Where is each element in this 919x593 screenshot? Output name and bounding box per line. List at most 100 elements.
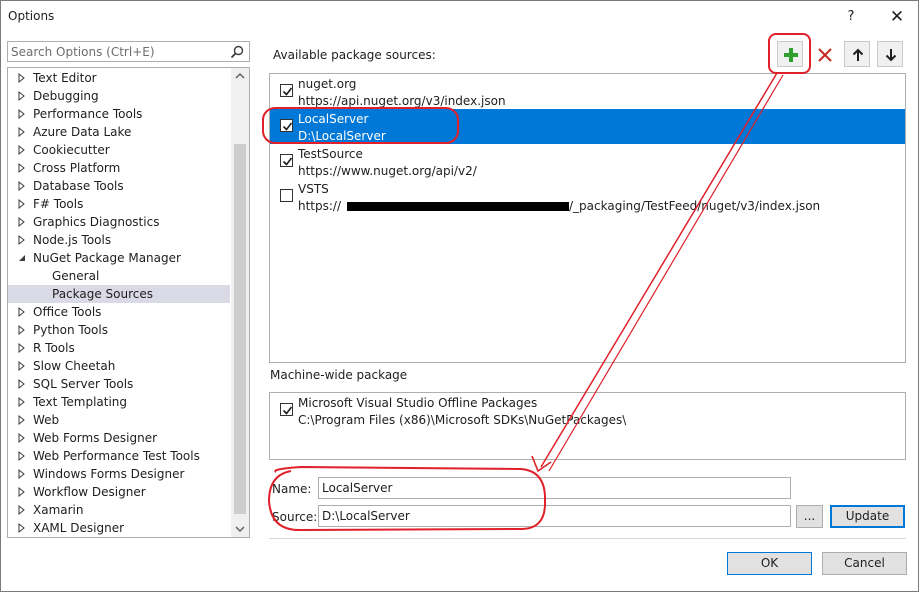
collapsed-triangle-icon[interactable] — [17, 415, 27, 425]
options-dialog: Options ? ✕ Text Editor Debugging Performa… — [0, 0, 919, 592]
tree-item-label: General — [52, 269, 100, 283]
tree-item[interactable]: Database Tools — [8, 177, 230, 195]
source-url: https://api.nuget.org/v3/index.json — [298, 94, 506, 108]
scroll-down-button[interactable] — [231, 520, 249, 537]
tree-item[interactable]: Cookiecutter — [8, 141, 230, 159]
tree-item[interactable]: Xamarin — [8, 501, 230, 519]
package-sources-list[interactable]: nuget.org https://api.nuget.org/v3/index… — [269, 73, 906, 363]
search-box[interactable] — [7, 41, 250, 62]
tree-item[interactable]: NuGet Package Manager — [8, 249, 230, 267]
tree-item[interactable]: Node.js Tools — [8, 231, 230, 249]
collapsed-triangle-icon[interactable] — [17, 505, 27, 515]
collapsed-triangle-icon[interactable] — [17, 199, 27, 209]
tree-item-label: Web Forms Designer — [33, 431, 158, 445]
collapsed-triangle-icon[interactable] — [17, 433, 27, 443]
tree-item[interactable]: Slow Cheetah — [8, 357, 230, 375]
source-enabled-checkbox[interactable] — [280, 84, 293, 97]
tree-item[interactable]: Workflow Designer — [8, 483, 230, 501]
tree-item-label: Text Templating — [33, 395, 128, 409]
source-row-vsts[interactable]: VSTS https:// /_packaging/TestFeed/nuget/… — [270, 179, 905, 214]
collapsed-triangle-icon[interactable] — [17, 181, 27, 191]
redaction-bar — [347, 202, 570, 211]
tree-item[interactable]: Web — [8, 411, 230, 429]
source-row-localserver[interactable]: LocalServer D:\LocalServer — [270, 109, 905, 144]
scroll-up-button[interactable] — [231, 68, 249, 85]
collapsed-triangle-icon[interactable] — [17, 361, 27, 371]
collapsed-triangle-icon[interactable] — [17, 397, 27, 407]
tree-item[interactable]: Azure Data Lake — [8, 123, 230, 141]
help-button[interactable]: ? — [834, 5, 868, 29]
source-name: nuget.org — [298, 77, 357, 91]
tree-item-label: F# Tools — [33, 197, 84, 211]
browse-button[interactable]: ... — [796, 505, 823, 528]
source-input[interactable] — [322, 508, 787, 524]
collapsed-triangle-icon[interactable] — [17, 487, 27, 497]
tree-item[interactable]: R Tools — [8, 339, 230, 357]
tree-item[interactable]: SQL Server Tools — [8, 375, 230, 393]
search-input[interactable] — [11, 44, 223, 60]
source-url: D:\LocalServer — [298, 129, 386, 143]
collapsed-triangle-icon[interactable] — [17, 325, 27, 335]
tree-item-label: Workflow Designer — [33, 485, 146, 499]
source-field[interactable] — [318, 505, 791, 527]
tree-item[interactable]: Package Sources — [8, 285, 230, 303]
tree-item[interactable]: Windows Forms Designer — [8, 465, 230, 483]
source-enabled-checkbox[interactable] — [280, 154, 293, 167]
collapsed-triangle-icon[interactable] — [17, 109, 27, 119]
collapsed-triangle-icon[interactable] — [17, 73, 27, 83]
remove-source-button[interactable] — [811, 41, 837, 67]
tree-item-label: XAML Designer — [33, 521, 125, 535]
tree-item-label: Web — [33, 413, 60, 427]
tree-item[interactable]: Graphics Diagnostics — [8, 213, 230, 231]
collapsed-triangle-icon[interactable] — [17, 145, 27, 155]
close-button[interactable]: ✕ — [880, 5, 914, 29]
collapsed-triangle-icon[interactable] — [17, 127, 27, 137]
tree-item[interactable]: Web Forms Designer — [8, 429, 230, 447]
collapsed-triangle-icon[interactable] — [17, 163, 27, 173]
collapsed-triangle-icon[interactable] — [17, 469, 27, 479]
add-source-button[interactable] — [777, 41, 803, 67]
tree-item[interactable]: Text Templating — [8, 393, 230, 411]
ok-button[interactable]: OK — [727, 552, 812, 575]
source-label: Source: — [272, 510, 318, 524]
tree-item[interactable]: Python Tools — [8, 321, 230, 339]
tree-item[interactable]: General — [8, 267, 230, 285]
machine-source-row[interactable]: Microsoft Visual Studio Offline Packages… — [270, 393, 905, 428]
collapsed-triangle-icon[interactable] — [17, 379, 27, 389]
source-enabled-checkbox[interactable] — [280, 189, 293, 202]
tree-item[interactable]: Debugging — [8, 87, 230, 105]
tree-item-label: R Tools — [33, 341, 75, 355]
collapsed-triangle-icon[interactable] — [17, 217, 27, 227]
collapsed-triangle-icon[interactable] — [17, 343, 27, 353]
tree-scrollbar[interactable] — [231, 68, 249, 537]
delete-x-icon — [818, 48, 832, 62]
update-button[interactable]: Update — [830, 505, 905, 528]
tree-item[interactable]: F# Tools — [8, 195, 230, 213]
move-up-button[interactable] — [844, 41, 870, 67]
tree-item[interactable]: Cross Platform — [8, 159, 230, 177]
search-icon[interactable] — [229, 44, 245, 60]
name-field[interactable] — [318, 477, 791, 499]
window-title: Options — [8, 9, 55, 23]
tree-item-label: Azure Data Lake — [33, 125, 132, 139]
scroll-thumb[interactable] — [234, 144, 246, 514]
collapsed-triangle-icon[interactable] — [17, 91, 27, 101]
expanded-triangle-icon[interactable] — [17, 253, 27, 263]
collapsed-triangle-icon[interactable] — [17, 451, 27, 461]
tree-item[interactable]: Performance Tools — [8, 105, 230, 123]
tree-item[interactable]: XAML Designer — [8, 519, 230, 537]
tree-item[interactable]: Office Tools — [8, 303, 230, 321]
source-row-testsource[interactable]: TestSource https://www.nuget.org/api/v2/ — [270, 144, 905, 179]
move-down-button[interactable] — [877, 41, 903, 67]
machine-source-checkbox[interactable] — [280, 403, 293, 416]
collapsed-triangle-icon[interactable] — [17, 307, 27, 317]
collapsed-triangle-icon[interactable] — [17, 235, 27, 245]
machine-wide-sources-list[interactable]: Microsoft Visual Studio Offline Packages… — [269, 392, 906, 460]
cancel-button[interactable]: Cancel — [822, 552, 907, 575]
collapsed-triangle-icon[interactable] — [17, 523, 27, 533]
source-row-nuget-org[interactable]: nuget.org https://api.nuget.org/v3/index… — [270, 74, 905, 109]
source-enabled-checkbox[interactable] — [280, 119, 293, 132]
name-input[interactable] — [322, 480, 787, 496]
tree-item[interactable]: Text Editor — [8, 69, 230, 87]
tree-item[interactable]: Web Performance Test Tools — [8, 447, 230, 465]
